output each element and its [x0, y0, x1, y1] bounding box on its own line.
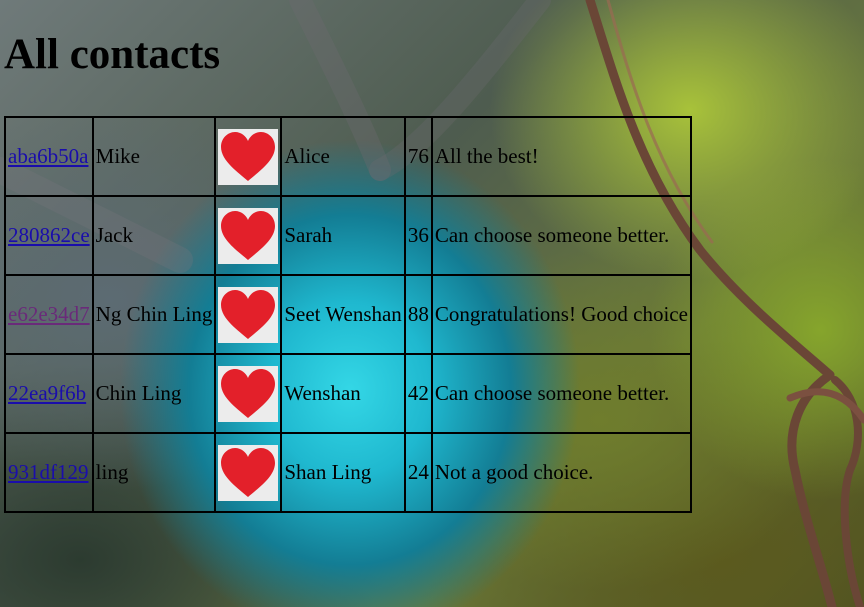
contact-id-link[interactable]: 280862ce	[8, 223, 90, 247]
contact-name-cell: Chin Ling	[91, 353, 217, 434]
score-cell: 42	[403, 353, 433, 434]
contact-name-cell: Ng Chin Ling	[91, 274, 217, 355]
contact-id-cell: 931df129	[4, 432, 94, 513]
table-row: 22ea9f6b Chin Ling Wenshan 42 Can choose…	[4, 353, 692, 434]
heart-cell	[214, 116, 283, 197]
contact-id-cell: e62e34d7	[4, 274, 94, 355]
comment-cell: Can choose someone better.	[430, 195, 692, 276]
heart-image	[218, 444, 279, 501]
heart-cell	[214, 432, 283, 513]
heart-icon	[221, 447, 276, 497]
contacts-table-body: aba6b50a Mike Alice 76 All the best! 280…	[4, 116, 692, 513]
comment-cell: Can choose someone better.	[430, 353, 692, 434]
score-cell: 24	[403, 432, 433, 513]
heart-icon	[221, 289, 276, 339]
partner-name-cell: Wenshan	[280, 353, 406, 434]
page-content: All contacts aba6b50a Mike Alice 76 All …	[0, 0, 864, 513]
heart-icon	[221, 368, 276, 418]
partner-name-cell: Seet Wenshan	[280, 274, 406, 355]
contact-name-cell: Mike	[91, 116, 217, 197]
contact-id-link[interactable]: aba6b50a	[8, 144, 88, 168]
contact-name-cell: ling	[91, 432, 217, 513]
table-row: 931df129 ling Shan Ling 24 Not a good ch…	[4, 432, 692, 513]
contacts-table: aba6b50a Mike Alice 76 All the best! 280…	[4, 116, 692, 513]
table-row: 280862ce Jack Sarah 36 Can choose someon…	[4, 195, 692, 276]
contact-id-link[interactable]: 22ea9f6b	[8, 381, 86, 405]
contact-id-link[interactable]: 931df129	[8, 460, 89, 484]
contact-id-link[interactable]: e62e34d7	[8, 302, 90, 326]
heart-image	[218, 207, 279, 264]
score-cell: 36	[403, 195, 433, 276]
contact-id-cell: 22ea9f6b	[4, 353, 94, 434]
page-title: All contacts	[4, 31, 221, 78]
heart-image	[218, 286, 279, 343]
table-row: aba6b50a Mike Alice 76 All the best!	[4, 116, 692, 197]
partner-name-cell: Shan Ling	[280, 432, 406, 513]
comment-cell: Not a good choice.	[430, 432, 692, 513]
heart-cell	[214, 195, 283, 276]
heart-icon	[221, 210, 276, 260]
contact-id-cell: aba6b50a	[4, 116, 94, 197]
contact-id-cell: 280862ce	[4, 195, 94, 276]
comment-cell: Congratulations! Good choice	[430, 274, 692, 355]
contact-name-cell: Jack	[91, 195, 217, 276]
heart-cell	[214, 353, 283, 434]
heart-cell	[214, 274, 283, 355]
table-row: e62e34d7 Ng Chin Ling Seet Wenshan 88 Co…	[4, 274, 692, 355]
partner-name-cell: Alice	[280, 116, 406, 197]
heart-icon	[221, 131, 276, 181]
heart-image	[218, 128, 279, 185]
score-cell: 88	[403, 274, 433, 355]
score-cell: 76	[403, 116, 433, 197]
comment-cell: All the best!	[430, 116, 692, 197]
heart-image	[218, 365, 279, 422]
partner-name-cell: Sarah	[280, 195, 406, 276]
